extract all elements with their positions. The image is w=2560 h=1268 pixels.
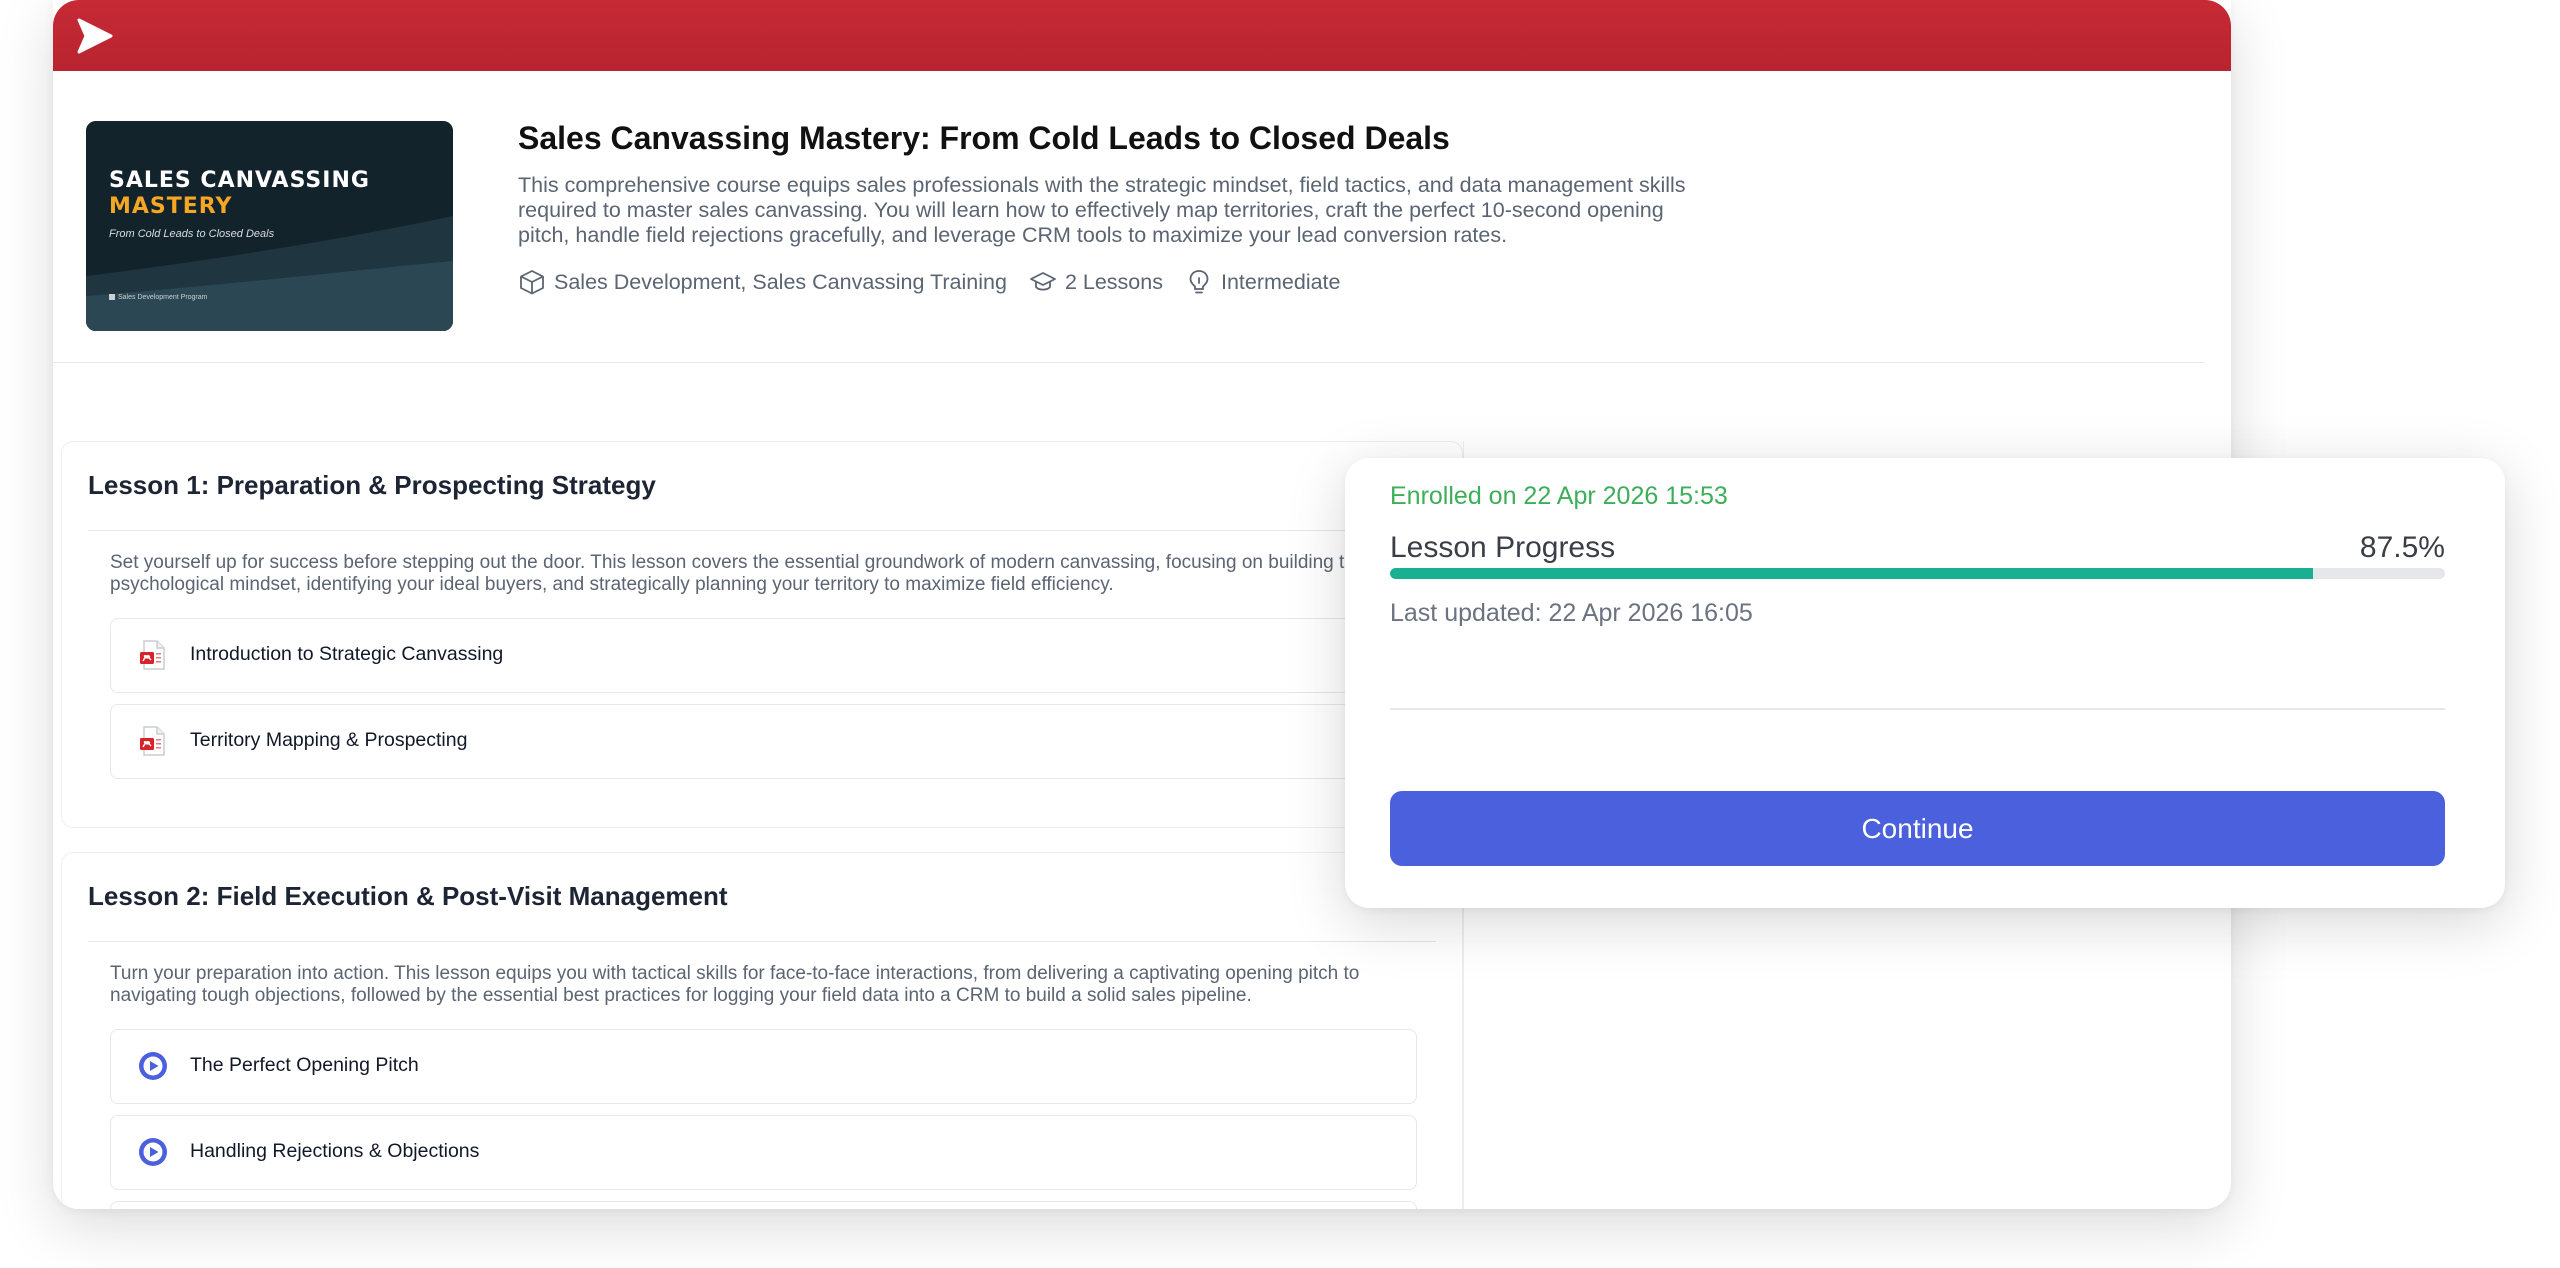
meta-lessons: 2 Lessons <box>1029 268 1163 296</box>
lesson-card-2: Lesson 2: Field Execution & Post-Visit M… <box>61 852 1463 1209</box>
last-updated: Last updated: 22 Apr 2026 16:05 <box>1390 599 1753 627</box>
progress-bar <box>1390 568 2445 579</box>
thumbnail-subtitle: From Cold Leads to Closed Deals <box>109 228 275 240</box>
card-divider <box>1390 708 2445 710</box>
top-bar <box>53 0 2231 71</box>
thumbnail-title-line2: MASTERY <box>109 194 233 219</box>
meta-categories-text: Sales Development, Sales Canvassing Trai… <box>554 269 1007 294</box>
course-title: Sales Canvassing Mastery: From Cold Lead… <box>518 120 1450 156</box>
graduation-cap-icon <box>1030 272 1056 291</box>
lesson-description: Turn your preparation into action. This … <box>110 963 1360 1006</box>
lesson-item-partial[interactable] <box>110 1201 1417 1209</box>
lesson-item-label: The Perfect Opening Pitch <box>190 1054 419 1076</box>
lesson-title[interactable]: Lesson 2: Field Execution & Post-Visit M… <box>88 881 728 912</box>
course-meta: Sales Development, Sales Canvassing Trai… <box>518 268 1362 296</box>
meta-lessons-text: 2 Lessons <box>1064 269 1163 294</box>
lesson-title[interactable]: Lesson 1: Preparation & Prospecting Stra… <box>88 470 656 501</box>
continue-button[interactable]: Continue <box>1390 791 2445 866</box>
header-divider <box>53 362 2204 363</box>
lesson-divider <box>88 941 1436 942</box>
box-icon <box>520 270 544 295</box>
lesson-item[interactable]: Handling Rejections & Objections <box>110 1115 1417 1190</box>
pdf-file-icon <box>140 640 165 670</box>
meta-categories: Sales Development, Sales Canvassing Trai… <box>518 268 1007 296</box>
meta-level-text: Intermediate <box>1220 269 1341 294</box>
progress-card: Enrolled on 22 Apr 2026 15:53 Lesson Pro… <box>1345 458 2505 908</box>
course-thumbnail: SALES CANVASSING MASTERY From Cold Leads… <box>86 121 453 331</box>
lightbulb-icon <box>1189 270 1209 294</box>
meta-level: Intermediate <box>1185 268 1341 296</box>
lesson-divider <box>88 530 1436 531</box>
thumbnail-title-line1: SALES CANVASSING <box>109 168 370 193</box>
pdf-file-icon <box>140 726 165 756</box>
progress-bar-fill <box>1390 568 2314 579</box>
course-description: This comprehensive course equips sales p… <box>518 173 1686 247</box>
lesson-card-1: Lesson 1: Preparation & Prospecting Stra… <box>61 441 1463 828</box>
lesson-item[interactable]: Introduction to Strategic Canvassing <box>110 618 1417 693</box>
lesson-item[interactable]: Territory Mapping & Prospecting <box>110 704 1417 779</box>
lesson-item-label: Handling Rejections & Objections <box>190 1140 480 1162</box>
progress-label: Lesson Progress <box>1390 531 1616 564</box>
play-chevron-icon[interactable] <box>73 16 115 56</box>
lesson-item-label: Territory Mapping & Prospecting <box>190 729 468 751</box>
lesson-item-label: Introduction to Strategic Canvassing <box>190 643 504 665</box>
lesson-list: Lesson 1: Preparation & Prospecting Stra… <box>61 441 1464 1209</box>
video-play-icon <box>139 1052 167 1080</box>
lesson-item[interactable]: The Perfect Opening Pitch <box>110 1029 1417 1104</box>
lesson-description: Set yourself up for success before stepp… <box>110 552 1408 595</box>
progress-value: 87.5% <box>2359 531 2445 564</box>
video-play-icon <box>139 1138 167 1166</box>
enrolled-date: Enrolled on 22 Apr 2026 15:53 <box>1390 482 1728 510</box>
thumbnail-footer: Sales Development Program <box>109 294 208 301</box>
